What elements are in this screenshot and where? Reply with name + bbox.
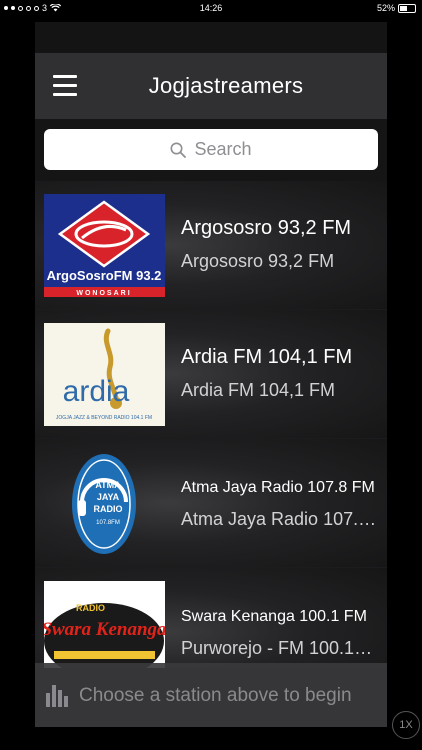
battery-percent: 52% [376, 3, 395, 13]
player-message: Choose a station above to begin [79, 685, 352, 706]
svg-text:RADIO: RADIO [94, 504, 123, 514]
page-title: Jogjastreamers [148, 73, 304, 98]
battery-status: 52% [377, 3, 416, 13]
station-subtitle: Atma Jaya Radio 107.… [181, 509, 377, 529]
station-title: Swara Kenanga 100.1 FM [181, 608, 367, 625]
station-row-argososro[interactable]: ArgoSosroFM 93.2 WONOSARI Argososro 93,2… [35, 181, 387, 310]
logo-text: ardia [63, 375, 130, 408]
station-logo-argososro: ArgoSosroFM 93.2 WONOSARI [44, 194, 165, 297]
station-logo-swara-kenanga: RADIO Swara Kenanga [44, 581, 165, 668]
station-subtitle: Ardia FM 104,1 FM [181, 380, 336, 400]
search-placeholder: Search [194, 139, 252, 159]
top-strip [35, 22, 387, 53]
search-icon [170, 142, 187, 158]
station-title: Ardia FM 104,1 FM [181, 346, 353, 368]
logo-caption: 107.8FM [96, 520, 120, 526]
svg-text:ATMA: ATMA [95, 480, 121, 490]
app-window: Jogjastreamers Search ArgoSosroFM 93.2 W… [35, 22, 387, 727]
status-time: 14:26 [199, 3, 223, 13]
player-bar[interactable]: Choose a station above to begin [35, 663, 387, 727]
station-list: ArgoSosroFM 93.2 WONOSARI Argososro 93,2… [35, 181, 387, 668]
search-input[interactable]: Search [44, 129, 378, 170]
screen: 3 14:26 52% Jogjastreamers Search ArgoSo… [0, 0, 422, 750]
logo-text: Swara Kenanga [44, 619, 165, 640]
logo-caption: RADIO [76, 603, 105, 613]
station-subtitle: Argososro 93,2 FM [181, 251, 335, 271]
station-logo-ardia: ardia JOGJA JAZZ & BEYOND RADIO 104.1 FM [44, 323, 165, 426]
station-title: Argososro 93,2 FM [181, 217, 352, 239]
logo-text: ArgoSosroFM 93.2 [47, 268, 162, 283]
station-row-ardia[interactable]: ardia JOGJA JAZZ & BEYOND RADIO 104.1 FM… [35, 310, 387, 439]
navbar: Jogjastreamers [35, 53, 387, 119]
station-subtitle: Purworejo - FM 100.1… [181, 638, 373, 658]
station-row-atma-jaya[interactable]: ATMA JAYA RADIO 107.8FM Atma Jaya Radio … [35, 439, 387, 568]
logo-caption: JOGJA JAZZ & BEYOND RADIO 104.1 FM [56, 415, 152, 421]
equalizer-bars-icon [46, 685, 68, 707]
speed-button[interactable]: 1X [392, 711, 420, 739]
svg-text:JAYA: JAYA [97, 492, 120, 502]
status-bar: 3 14:26 52% [0, 0, 422, 17]
logo-caption: WONOSARI [76, 290, 131, 297]
search-area: Search [35, 119, 387, 181]
station-title: Atma Jaya Radio 107.8 FM [181, 479, 375, 496]
station-row-swara-kenanga[interactable]: RADIO Swara Kenanga Swara Kenanga 100.1 … [35, 568, 387, 668]
battery-icon [398, 3, 416, 13]
station-logo-atma-jaya: ATMA JAYA RADIO 107.8FM [44, 452, 165, 555]
